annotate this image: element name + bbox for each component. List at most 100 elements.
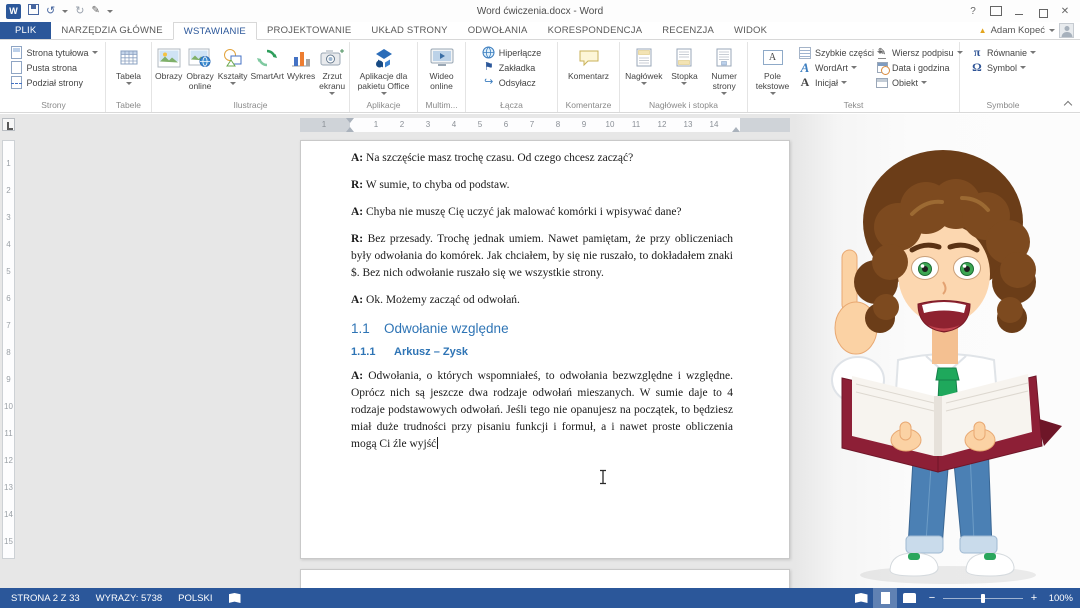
avatar[interactable] [1059,23,1074,38]
button-label: Numer strony [704,72,744,92]
ruler-number: 14 [3,510,14,519]
tab-stop-selector[interactable] [2,118,15,131]
read-mode-button[interactable] [849,588,873,608]
user-name[interactable]: Adam Kopeć [991,25,1045,36]
speaker-label: A: [351,294,363,306]
object-button[interactable]: Obiekt [873,75,957,90]
ruler-number: 12 [3,456,14,465]
chart-button[interactable]: Wykres [286,43,316,99]
text-box-button[interactable]: A Pole tekstowe [750,43,795,99]
minimize-icon[interactable] [1012,4,1026,18]
office-apps-button[interactable]: Aplikacje dla pakietu Office [353,43,415,99]
signature-line-button[interactable]: ✎ Wiersz podpisu [873,45,957,60]
document-body: A: Na szczęście masz trochę czasu. Od cz… [351,150,733,453]
pictures-button[interactable]: Obrazy [154,43,183,99]
heading-text: Odwołanie względne [384,321,509,336]
footer-button[interactable]: Stopka [667,43,703,99]
zoom-level[interactable]: 100% [1045,593,1077,604]
collapse-ribbon-icon[interactable] [1064,100,1071,107]
tab-plik[interactable]: PLIK [0,22,51,39]
blank-page-button[interactable]: Pusta strona [7,60,99,75]
hyperlink-button[interactable]: Hiperłącze [480,45,544,60]
right-indent-marker[interactable] [732,127,740,132]
warning-icon[interactable]: ▲ [979,26,987,35]
button-label: WordArt [815,63,848,73]
zoom-out-button[interactable]: − [927,592,937,604]
ruler-number: 2 [3,186,14,195]
ruler-number: 8 [553,120,563,129]
web-layout-button[interactable] [897,588,921,608]
page-number-button[interactable]: Numer strony [703,43,745,99]
print-layout-button[interactable] [873,588,897,608]
ruler-number: 7 [3,321,14,330]
tab-wstawianie[interactable]: WSTAWIANIE [173,22,257,40]
spellcheck-indicator[interactable] [221,588,249,608]
date-time-button[interactable]: Data i godzina [873,60,957,75]
table-button[interactable]: Tabela [109,43,149,99]
ruler-number: 15 [3,537,14,546]
page-indicator[interactable]: STRONA 2 Z 33 [3,588,88,608]
document-page-next[interactable] [300,569,790,588]
bookmark-button[interactable]: ⚑ Zakładka [480,60,544,75]
head [854,150,1036,364]
comment-button[interactable]: Komentarz [561,43,617,99]
zoom-slider-thumb[interactable] [981,594,985,603]
drop-cap-button[interactable]: A Inicjał [796,75,872,90]
tab-projektowanie[interactable]: PROJEKTOWANIE [257,22,361,39]
mouse-ibeam-cursor [598,469,608,485]
zoom-in-button[interactable]: + [1029,592,1039,604]
hanging-indent-marker[interactable] [346,127,354,132]
button-label: Aplikacje dla pakietu Office [354,72,414,92]
account-dropdown-icon[interactable] [1049,29,1055,32]
customize-qat-icon[interactable] [107,10,113,13]
save-icon[interactable] [28,2,39,20]
undo-icon[interactable]: ↺ [46,4,55,18]
tab-uklad-strony[interactable]: UKŁAD STRONY [361,22,457,39]
vertical-ruler[interactable]: 123456789101112131415 [2,140,15,559]
redo-icon[interactable]: ↻ [75,4,84,18]
word-logo-icon[interactable]: W [6,4,21,19]
online-video-button[interactable]: Wideo online [420,43,463,99]
online-pictures-button[interactable]: Obrazy online [184,43,215,99]
word-count[interactable]: WYRAZY: 5738 [88,588,171,608]
wordart-button[interactable]: A WordArt [796,60,872,75]
quick-parts-button[interactable]: Szybkie części [796,45,872,60]
tab-recenzja[interactable]: RECENZJA [652,22,724,39]
equation-button[interactable]: π Równanie [968,45,1038,60]
first-line-indent-marker[interactable] [346,118,354,123]
floppy-icon [28,4,39,15]
tab-odwolania[interactable]: ODWOŁANIA [458,22,538,39]
page-break-button[interactable]: Podział strony [7,75,99,90]
cross-reference-button[interactable]: ↪ Odsyłacz [480,75,544,90]
dropdown-icon [721,92,727,95]
tab-widok[interactable]: WIDOK [724,22,777,39]
text-cursor [437,437,438,449]
paragraph: A: Na szczęście masz trochę czasu. Od cz… [351,150,733,167]
button-label: Szybkie części [815,48,874,58]
ruler-number: 9 [3,375,14,384]
tab-narzedzia-glowne[interactable]: NARZĘDZIA GŁÓWNE [51,22,172,39]
smartart-button[interactable]: SmartArt [250,43,286,99]
document-page[interactable]: A: Na szczęście masz trochę czasu. Od cz… [300,140,790,559]
dropdown-icon [1030,51,1036,54]
cover-page-button[interactable]: Strona tytułowa [7,45,99,60]
ruler-number: 6 [501,120,511,129]
button-label: Data i godzina [892,63,950,73]
language-indicator[interactable]: POLSKI [170,588,220,608]
horizontal-ruler[interactable]: 1 1234567891011121314 [300,118,790,132]
tab-korespondencja[interactable]: KORESPONDENCJA [538,22,653,39]
speaker-label: R: [351,233,363,245]
paragraph: R: Bez przesady. Trochę jednak umiem. Na… [351,231,733,282]
header-button[interactable]: Nagłówek [622,43,666,99]
close-icon[interactable]: ✕ [1058,4,1072,18]
help-icon[interactable]: ? [966,4,980,18]
spellcheck-icon [229,593,241,603]
zoom-slider[interactable] [943,598,1023,599]
pen-icon[interactable]: ✎ [91,4,99,18]
undo-dropdown-icon[interactable] [62,10,68,13]
restore-icon[interactable] [1035,4,1049,18]
symbol-button[interactable]: Ω Symbol [968,60,1038,75]
shapes-button[interactable]: Kształty [217,43,249,99]
ribbon-display-options-icon[interactable] [989,4,1003,18]
screenshot-button[interactable]: Zrzut ekranu [317,43,347,99]
